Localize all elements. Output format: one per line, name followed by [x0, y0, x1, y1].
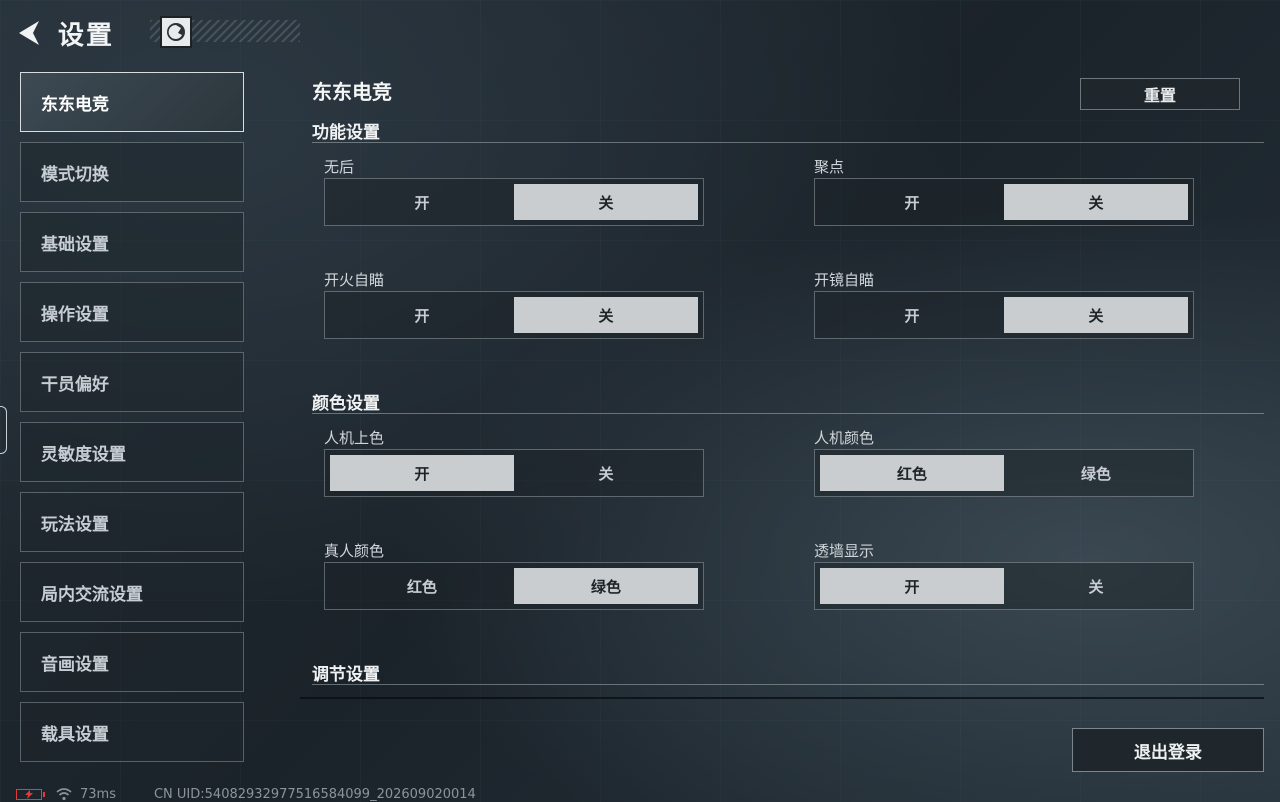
section-heading-text: 调节设置 [312, 665, 380, 685]
option-on[interactable]: 开 [820, 297, 1004, 333]
option-on[interactable]: 开 [330, 184, 514, 220]
toggle-focus: 开 关 [814, 178, 1194, 226]
option-off[interactable]: 关 [1004, 184, 1188, 220]
toggle-player-color: 红色 绿色 [324, 562, 704, 610]
logo-emblem-icon [167, 23, 185, 41]
option-off[interactable]: 关 [1004, 568, 1188, 604]
section-divider [312, 142, 1264, 143]
ping-readout: 73ms [80, 786, 116, 802]
option-red[interactable]: 红色 [820, 455, 1004, 491]
option-red[interactable]: 红色 [330, 568, 514, 604]
option-on[interactable]: 开 [330, 455, 514, 491]
sidebar-item-communication[interactable]: 局内交流设置 [20, 562, 244, 622]
charging-bolt-icon [25, 789, 33, 799]
option-off[interactable]: 关 [514, 297, 698, 333]
option-on[interactable]: 开 [820, 184, 1004, 220]
toggle-scope-aim-assist: 开 关 [814, 291, 1194, 339]
setting-label: 开火自瞄 [324, 271, 385, 289]
header-bar: 设置 [14, 14, 114, 52]
sidebar-item-control-settings[interactable]: 操作设置 [20, 282, 244, 342]
side-drawer-handle[interactable] [0, 406, 7, 454]
setting-label: 透墙显示 [814, 542, 875, 560]
sidebar-item-dongdong-esports[interactable]: 东东电竞 [20, 72, 244, 132]
settings-sidebar: 东东电竞 模式切换 基础设置 操作设置 干员偏好 灵敏度设置 玩法设置 局内交流… [20, 72, 244, 772]
panel-title: 东东电竞 [312, 80, 392, 104]
panel-bottom-divider [300, 697, 1264, 699]
wifi-icon [56, 787, 72, 800]
page-title: 设置 [58, 20, 115, 51]
setting-label: 开镜自瞄 [814, 271, 875, 289]
setting-player-color: 真人颜色 红色 绿色 [312, 540, 704, 610]
sidebar-item-basic-settings[interactable]: 基础设置 [20, 212, 244, 272]
toggle-bot-color: 红色 绿色 [814, 449, 1194, 497]
setting-scope-aim-assist: 开镜自瞄 开 关 [802, 269, 1194, 339]
option-off[interactable]: 关 [514, 184, 698, 220]
user-uid: CN UID:540829329775165840​99_20260902001… [153, 786, 476, 802]
sidebar-item-audio-video[interactable]: 音画设置 [20, 632, 244, 692]
setting-label: 人机上色 [324, 429, 385, 447]
toggle-no-recoil: 开 关 [324, 178, 704, 226]
game-logo-icon[interactable] [160, 16, 192, 48]
section-heading-text: 功能设置 [312, 123, 380, 143]
option-off[interactable]: 关 [514, 455, 698, 491]
section-heading-text: 颜色设置 [312, 394, 380, 414]
toggle-fire-aim-assist: 开 关 [324, 291, 704, 339]
sidebar-item-gameplay[interactable]: 玩法设置 [20, 492, 244, 552]
status-bar: 73ms CN UID:540829329775165840​99_202609… [16, 786, 476, 802]
section-divider [312, 684, 1264, 685]
setting-no-recoil: 无后 开 关 [312, 156, 704, 226]
section-heading-adjust: 调节设置 [312, 660, 1264, 685]
setting-wallhack-display: 透墙显示 开 关 [802, 540, 1194, 610]
sidebar-item-mode-switch[interactable]: 模式切换 [20, 142, 244, 202]
setting-bot-highlight: 人机上色 开 关 [312, 427, 704, 497]
setting-label: 人机颜色 [814, 429, 875, 447]
setting-bot-color: 人机颜色 红色 绿色 [802, 427, 1194, 497]
setting-focus: 聚点 开 关 [802, 156, 1194, 226]
sidebar-item-operator-preference[interactable]: 干员偏好 [20, 352, 244, 412]
sidebar-item-sensitivity[interactable]: 灵敏度设置 [20, 422, 244, 482]
toggle-bot-highlight: 开 关 [324, 449, 704, 497]
option-on[interactable]: 开 [330, 297, 514, 333]
option-on[interactable]: 开 [820, 568, 1004, 604]
setting-label: 无后 [324, 158, 355, 176]
sidebar-item-vehicle[interactable]: 载具设置 [20, 702, 244, 762]
back-arrow-icon [19, 21, 39, 45]
section-divider [312, 413, 1264, 414]
logout-button[interactable]: 退出登录 [1072, 728, 1264, 772]
toggle-wallhack-display: 开 关 [814, 562, 1194, 610]
setting-fire-aim-assist: 开火自瞄 开 关 [312, 269, 704, 339]
option-off[interactable]: 关 [1004, 297, 1188, 333]
back-button[interactable] [14, 15, 44, 51]
setting-label: 聚点 [814, 158, 845, 176]
setting-label: 真人颜色 [324, 542, 385, 560]
battery-low-icon [16, 788, 45, 800]
section-heading-function: 功能设置 [312, 118, 1264, 143]
option-green[interactable]: 绿色 [1004, 455, 1188, 491]
section-heading-color: 颜色设置 [312, 389, 1264, 414]
reset-button[interactable]: 重置 [1080, 78, 1240, 110]
option-green[interactable]: 绿色 [514, 568, 698, 604]
